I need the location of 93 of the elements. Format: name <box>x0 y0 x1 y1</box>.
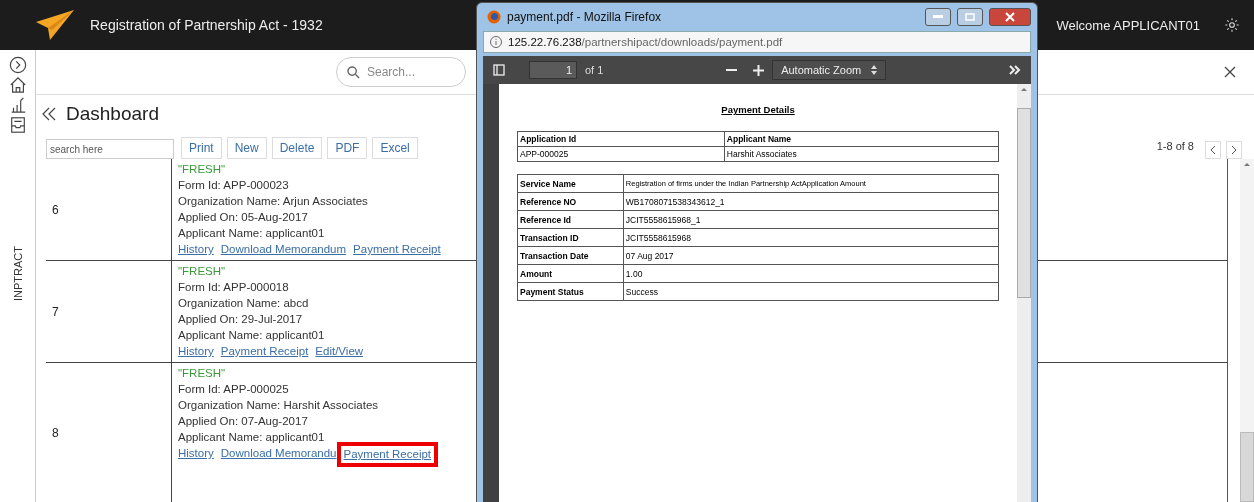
detail-text: Applied On: 29-Jul-2017 <box>178 312 303 327</box>
welcome-text: Welcome APPLICANT01 <box>1056 17 1200 33</box>
status-text: "FRESH" <box>178 264 226 279</box>
action-link[interactable]: Payment Receipt <box>353 241 441 257</box>
action-link[interactable]: Payment Receipt <box>343 446 432 463</box>
info-icon <box>490 36 502 48</box>
chevron-left-icon <box>1210 146 1216 154</box>
scroll-thumb[interactable] <box>1240 432 1254 502</box>
maximize-icon <box>965 13 975 21</box>
toolbar-button[interactable]: New <box>226 137 267 159</box>
detail-text: Applicant Name: applicant01 <box>178 430 325 445</box>
toolbar-button[interactable]: Print <box>181 137 222 159</box>
zoom-out-icon[interactable] <box>726 68 738 72</box>
minimize-button[interactable] <box>925 8 951 26</box>
toolbar-button[interactable]: Excel <box>372 137 418 159</box>
table-cell: 07 Aug 2017 <box>623 246 999 265</box>
zoom-select[interactable]: Automatic Zoom <box>772 60 887 80</box>
close-icon[interactable] <box>1224 66 1236 78</box>
chevron-right-icon <box>1231 146 1237 154</box>
home-icon[interactable] <box>8 76 27 94</box>
field-label: Amount <box>517 264 624 283</box>
action-link[interactable]: Download Memorandum <box>220 241 347 257</box>
action-link[interactable]: History <box>178 241 214 257</box>
table-cell: JCIT5558615968 <box>623 228 999 247</box>
sidebar-toggle-icon[interactable] <box>493 64 505 76</box>
more-tools-icon[interactable] <box>1009 65 1021 75</box>
zoom-in-icon[interactable] <box>753 64 765 76</box>
action-link[interactable]: Payment Receipt <box>220 343 309 359</box>
app-title: Registration of Partnership Act - 1932 <box>90 17 323 33</box>
page-title: Dashboard <box>66 103 159 125</box>
pdf-scrollbar[interactable] <box>1017 84 1031 502</box>
action-link[interactable]: Download Memorandu <box>220 445 337 461</box>
next-page-button[interactable] <box>1226 141 1242 159</box>
detail-text: Organization Name: abcd <box>178 296 309 311</box>
updown-caret-icon <box>871 65 878 75</box>
previous-page-button[interactable] <box>1205 141 1221 159</box>
field-label: Transaction Date <box>517 246 624 265</box>
inbox-icon[interactable] <box>8 116 27 134</box>
filter-field[interactable]: search here <box>46 139 174 159</box>
page-count: of 1 <box>585 64 604 76</box>
status-text: "FRESH" <box>178 366 226 381</box>
table-cell: Harshit Associates <box>724 146 999 162</box>
page-number-field[interactable]: 1 <box>529 61 577 79</box>
detail-text: Form Id: APP-000025 <box>178 382 289 397</box>
url-path: /partnershipact/downloads/payment.pdf <box>581 36 783 48</box>
maximize-button[interactable] <box>957 8 983 26</box>
minimize-icon <box>933 15 943 19</box>
table-cell: JCIT5558615968_1 <box>623 210 999 229</box>
action-link[interactable]: History <box>178 445 214 461</box>
table-cell: Success <box>623 282 999 301</box>
detail-text: Organization Name: Arjun Associates <box>178 194 368 209</box>
action-link[interactable]: History <box>178 343 214 359</box>
row-number: 6 <box>46 159 172 260</box>
detail-text: Form Id: APP-000018 <box>178 280 289 295</box>
table-cell: 1.00 <box>623 264 999 283</box>
row-number: 7 <box>46 261 172 362</box>
paper-plane-logo <box>36 10 74 40</box>
detail-text: Applicant Name: applicant01 <box>178 226 325 241</box>
toolbar-button[interactable]: Delete <box>271 137 323 159</box>
field-label: Service Name <box>517 174 624 193</box>
table-header: Applicant Name <box>724 131 999 147</box>
rail-label: INPTRACT <box>11 246 24 301</box>
action-link[interactable]: Edit/View <box>315 343 364 359</box>
field-label: Reference NO <box>517 192 624 211</box>
scroll-thumb[interactable] <box>1017 108 1031 298</box>
document-heading: Payment Details <box>721 104 795 115</box>
field-label: Reference Id <box>517 210 624 229</box>
table-cell: WB1708071538343612_1 <box>623 192 999 211</box>
field-label: Payment Status <box>517 282 624 301</box>
row-number: 8 <box>46 363 172 502</box>
detail-text: Form Id: APP-000023 <box>178 178 289 193</box>
scrollbar[interactable] <box>1240 159 1254 502</box>
detail-text: Applied On: 05-Aug-2017 <box>178 210 308 225</box>
toolbar-button[interactable]: PDF <box>327 137 368 159</box>
window-title: payment.pdf - Mozilla Firefox <box>507 10 663 24</box>
search-icon <box>347 66 360 79</box>
browser-logo-icon <box>487 10 501 24</box>
field-label: Transaction ID <box>517 228 624 247</box>
detail-text: Applied On: 07-Aug-2017 <box>178 414 308 429</box>
detail-text: Organization Name: Harshit Associates <box>178 398 379 413</box>
pager-text: 1-8 of 8 <box>1156 140 1194 152</box>
settings-icon[interactable] <box>1224 17 1240 33</box>
status-text: "FRESH" <box>178 162 226 177</box>
double-chevron-icon[interactable] <box>42 107 56 121</box>
close-button[interactable] <box>989 8 1031 26</box>
chevron-circle-icon[interactable] <box>8 56 27 74</box>
address-bar[interactable]: 125.22.76.238/partnershipact/downloads/payment.pdf <box>483 31 1031 53</box>
search-field[interactable]: Search... <box>336 57 466 87</box>
table-cell: APP-000025 <box>517 146 725 162</box>
table-header: Application Id <box>517 131 725 147</box>
url-host: 125.22.76.238 <box>508 36 582 48</box>
detail-text: Applicant Name: applicant01 <box>178 328 325 343</box>
close-icon <box>1005 12 1015 22</box>
